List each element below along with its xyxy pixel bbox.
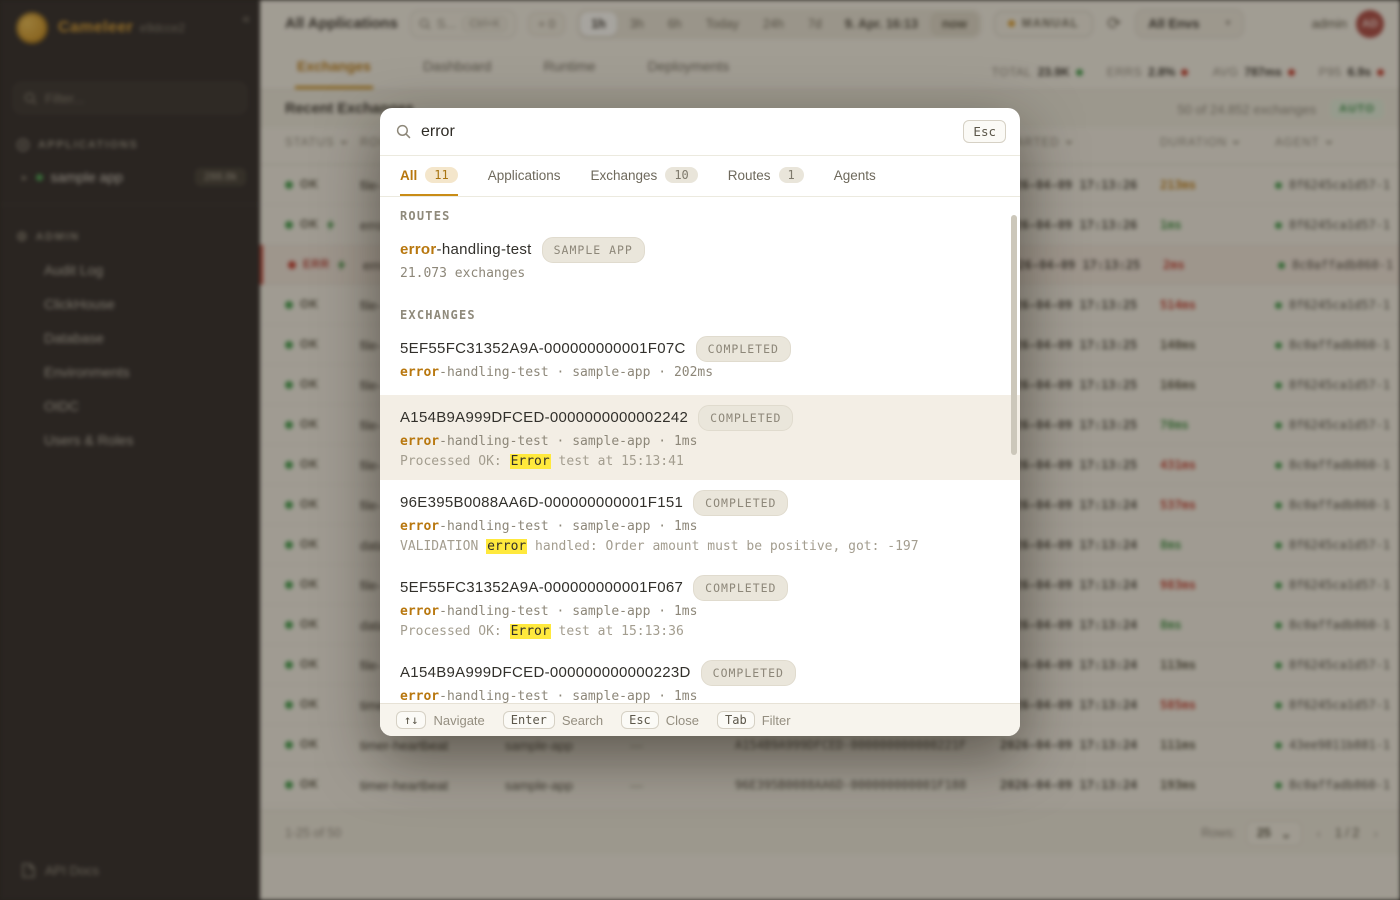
hint-label: Close — [665, 712, 700, 728]
exchange-detail: Processed OK: Error test at 15:13:36 — [400, 624, 684, 639]
exchange-subtitle: -handling-test · sample-app · 1ms — [439, 689, 698, 703]
match-highlight: error — [400, 241, 437, 258]
global-search-modal: Esc All 11 Applications Exchanges 10 Rou… — [380, 108, 1020, 736]
keyboard-hint: ↑↓ Navigate — [396, 711, 485, 729]
route-result-item[interactable]: error-handling-test SAMPLE APP 21.073 ex… — [380, 227, 1020, 296]
exchange-result-item[interactable]: 5EF55FC31352A9A-000000000001F07C COMPLET… — [380, 326, 1020, 395]
exchange-result-item[interactable]: 96E395B0088AA6D-000000000001F151 COMPLET… — [380, 480, 1020, 565]
exchange-subtitle: -handling-test · sample-app · 202ms — [439, 365, 714, 380]
modal-filter-tab[interactable]: Exchanges 10 — [591, 156, 698, 196]
modal-search-row: Esc — [380, 108, 1020, 156]
exchange-detail: VALIDATION error handled: Order amount m… — [400, 539, 919, 554]
exchange-result-item[interactable]: A154B9A999DFCED-0000000000002242 COMPLET… — [380, 395, 1020, 480]
esc-button[interactable]: Esc — [963, 120, 1006, 143]
exchange-id: A154B9A999DFCED-000000000000223D — [400, 664, 691, 681]
modal-search-input[interactable] — [421, 122, 954, 141]
status-badge: COMPLETED — [695, 336, 791, 362]
modal-filter-tab[interactable]: Routes 1 — [728, 156, 804, 196]
modal-hints-bar: ↑↓ Navigate Enter Search Esc Close Tab F… — [380, 703, 1020, 736]
hint-key: Enter — [502, 711, 555, 729]
exchange-result-item[interactable]: A154B9A999DFCED-000000000000223D COMPLET… — [380, 650, 1020, 703]
modal-tab-label: Agents — [833, 167, 876, 183]
match-highlight: error — [400, 434, 440, 449]
hint-label: Filter — [761, 712, 791, 728]
result-group-header: ROUTES — [400, 209, 451, 223]
result-group-header: EXCHANGES — [400, 308, 476, 322]
exchange-id: A154B9A999DFCED-0000000000002242 — [400, 409, 689, 426]
modal-filter-tabs: All 11 Applications Exchanges 10 Routes … — [380, 156, 1020, 197]
modal-tab-count: 10 — [665, 167, 698, 183]
match-highlight: error — [400, 689, 440, 703]
exchange-subtitle: -handling-test · sample-app · 1ms — [439, 434, 698, 449]
scrollbar-thumb[interactable] — [1011, 215, 1017, 455]
exchange-id: 5EF55FC31352A9A-000000000001F067 — [400, 579, 684, 596]
exchange-id: 96E395B0088AA6D-000000000001F151 — [400, 494, 684, 511]
hint-key: ↑↓ — [396, 711, 427, 729]
app-badge: SAMPLE APP — [541, 237, 645, 263]
keyboard-hint: Enter Search — [502, 711, 604, 729]
modal-tab-count: 1 — [778, 167, 804, 183]
exchange-result-item[interactable]: 5EF55FC31352A9A-000000000001F067 COMPLET… — [380, 565, 1020, 650]
route-subtitle: 21.073 exchanges — [400, 266, 526, 281]
modal-tab-label: Exchanges — [590, 167, 658, 183]
status-badge: COMPLETED — [698, 405, 794, 431]
match-highlight: error — [400, 604, 440, 619]
hint-label: Search — [561, 712, 604, 728]
exchange-subtitle: -handling-test · sample-app · 1ms — [439, 519, 698, 534]
exchange-detail: Processed OK: Error test at 15:13:41 — [400, 454, 684, 469]
status-badge: COMPLETED — [700, 660, 796, 686]
route-title: -handling-test — [436, 241, 532, 258]
match-highlight: error — [400, 519, 440, 534]
modal-filter-tab[interactable]: All 11 — [400, 156, 458, 196]
status-badge: COMPLETED — [693, 575, 789, 601]
modal-tab-label: All — [400, 167, 418, 183]
keyboard-hint: Esc Close — [621, 711, 699, 729]
modal-filter-tab[interactable]: Applications — [488, 156, 561, 196]
modal-tab-label: Applications — [487, 167, 561, 183]
exchange-id: 5EF55FC31352A9A-000000000001F07C — [400, 340, 686, 357]
hint-label: Navigate — [433, 712, 485, 728]
modal-tab-count: 11 — [425, 167, 458, 183]
modal-filter-tab[interactable]: Agents — [834, 156, 876, 196]
keyboard-hint: Tab Filter — [717, 711, 791, 729]
hint-key: Esc — [621, 711, 659, 729]
modal-tab-label: Routes — [727, 167, 771, 183]
match-highlight: error — [400, 365, 440, 380]
status-badge: COMPLETED — [693, 490, 789, 516]
search-icon — [396, 124, 411, 139]
hint-key: Tab — [717, 711, 755, 729]
exchange-subtitle: -handling-test · sample-app · 1ms — [439, 604, 698, 619]
search-results: ROUTES error-handling-test SAMPLE APP 21… — [380, 197, 1020, 703]
